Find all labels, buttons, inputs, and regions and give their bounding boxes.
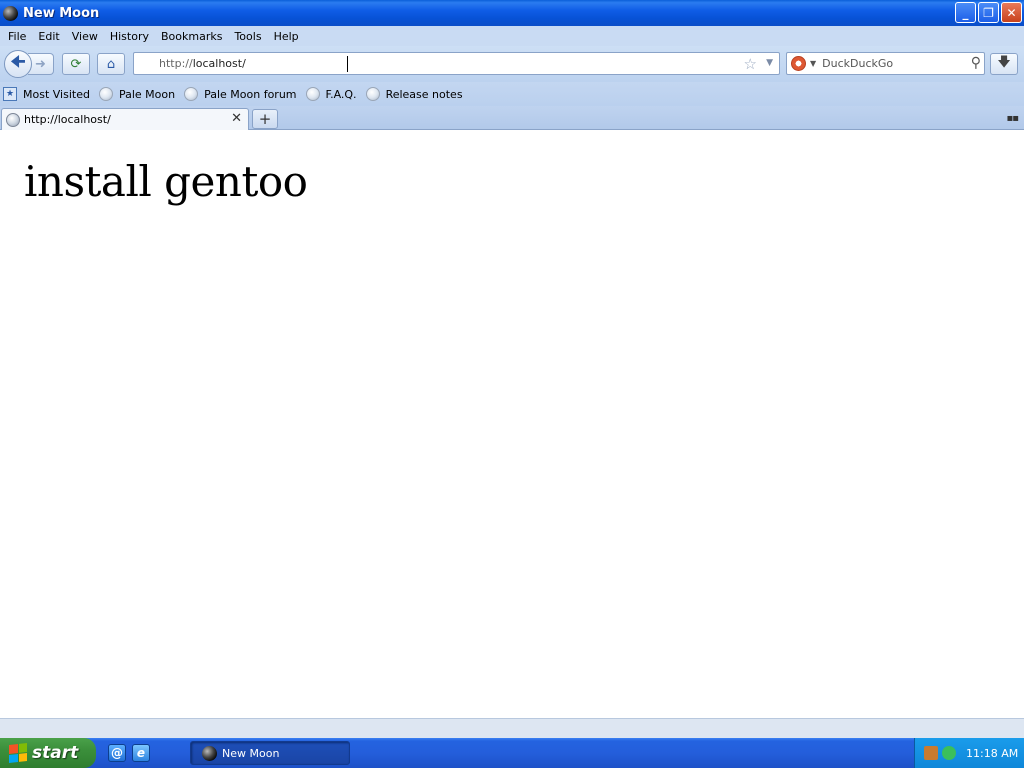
status-bar [0,718,1024,738]
duckduckgo-icon[interactable] [791,56,806,71]
bookmark-star-icon[interactable]: ☆ [744,55,757,73]
search-magnifier-icon[interactable]: ⚲ [971,55,981,71]
bookmark-label: Release notes [385,87,463,101]
tray-network-icon[interactable] [942,746,956,760]
bookmark-label: F.A.Q. [325,87,357,101]
menu-file[interactable]: File [2,30,32,43]
search-engine-dropdown-icon[interactable]: ▼ [810,59,816,68]
tray-app-icon[interactable] [924,746,938,760]
menu-help[interactable]: Help [268,30,305,43]
reload-button[interactable]: ⟳ [62,53,90,75]
clock[interactable]: 11:18 AM [966,747,1018,760]
bookmark-release-notes[interactable]: Release notes [365,87,463,101]
taskbar-item-label: New Moon [222,746,280,760]
tab-strip: http://localhost/ ✕ + ▪▪ [0,106,1024,130]
tab-label: http://localhost/ [24,113,111,126]
bookmark-label: Pale Moon forum [204,87,297,101]
url-protocol: http:// [159,57,193,70]
arrow-right-icon: ➜ [35,56,46,72]
url-history-dropdown-icon[interactable]: ▼ [766,58,773,68]
plus-icon: + [258,110,272,128]
bookmark-pale-moon-forum[interactable]: Pale Moon forum [184,87,297,101]
bookmark-label: Most Visited [23,87,90,101]
url-text[interactable]: http://localhost/ [159,57,246,70]
bookmark-faq[interactable]: F.A.Q. [305,87,357,101]
menu-tools[interactable]: Tools [228,30,267,43]
moon-app-icon [202,745,217,761]
menu-bookmarks[interactable]: Bookmarks [155,30,228,43]
taskbar-item-new-moon[interactable]: New Moon [190,741,350,765]
search-bar[interactable]: ▼ DuckDuckGo ⚲ [786,52,985,75]
moon-app-icon [3,5,18,21]
menu-edit[interactable]: Edit [32,30,65,43]
text-cursor-icon [347,56,353,72]
menu-view[interactable]: View [66,30,104,43]
reload-icon: ⟳ [70,56,82,72]
window-title: New Moon [23,5,100,21]
new-tab-button[interactable]: + [252,109,278,129]
globe-icon [184,87,199,101]
downloads-button[interactable]: 🡇 [990,53,1018,75]
globe-icon [98,87,113,101]
home-icon: ⌂ [106,56,116,72]
taskbar: start @ e New Moon 11:18 AM [0,738,1024,768]
quicklaunch-ie-icon[interactable]: e [132,744,150,762]
bookmark-most-visited[interactable]: ★ Most Visited [3,87,90,101]
url-host: localhost/ [192,57,246,70]
globe-icon [365,87,380,101]
window-controls: _ ❐ ✕ [955,2,1022,23]
close-button[interactable]: ✕ [1001,2,1022,23]
quicklaunch-email-icon[interactable]: @ [108,744,126,762]
most-visited-icon: ★ [3,87,17,101]
title-bar[interactable]: New Moon _ ❐ ✕ [0,0,1024,26]
download-arrow-icon: 🡇 [997,55,1011,70]
start-label: start [32,743,79,763]
menu-history[interactable]: History [104,30,155,43]
globe-icon [6,112,20,127]
bookmarks-toolbar: ★ Most Visited Pale Moon Pale Moon forum… [0,82,1024,106]
page-heading: install gentoo [24,157,308,206]
windows-logo-icon [9,743,27,763]
close-tab-icon[interactable]: ✕ [231,111,242,126]
restore-button[interactable]: ❐ [978,2,999,23]
back-forward-group: 🠈 ➜ [4,50,60,78]
bookmark-label: Pale Moon [118,87,176,101]
tab-list-icon[interactable]: ▪▪ [1006,113,1019,124]
home-button[interactable]: ⌂ [97,53,125,75]
start-button[interactable]: start [0,738,96,768]
minimize-button[interactable]: _ [955,2,976,23]
search-input[interactable]: DuckDuckGo [822,57,893,70]
system-tray: 11:18 AM [914,738,1024,768]
page-content: install gentoo [0,130,1024,718]
arrow-left-icon: 🠈 [10,51,26,71]
globe-icon [305,87,320,101]
menu-bar: File Edit View History Bookmarks Tools H… [0,26,1024,46]
back-button[interactable]: 🠈 [4,50,32,78]
url-bar[interactable]: http://localhost/ ☆ ▼ [133,52,780,75]
tab-localhost[interactable]: http://localhost/ ✕ [1,108,249,130]
bookmark-pale-moon[interactable]: Pale Moon [98,87,176,101]
